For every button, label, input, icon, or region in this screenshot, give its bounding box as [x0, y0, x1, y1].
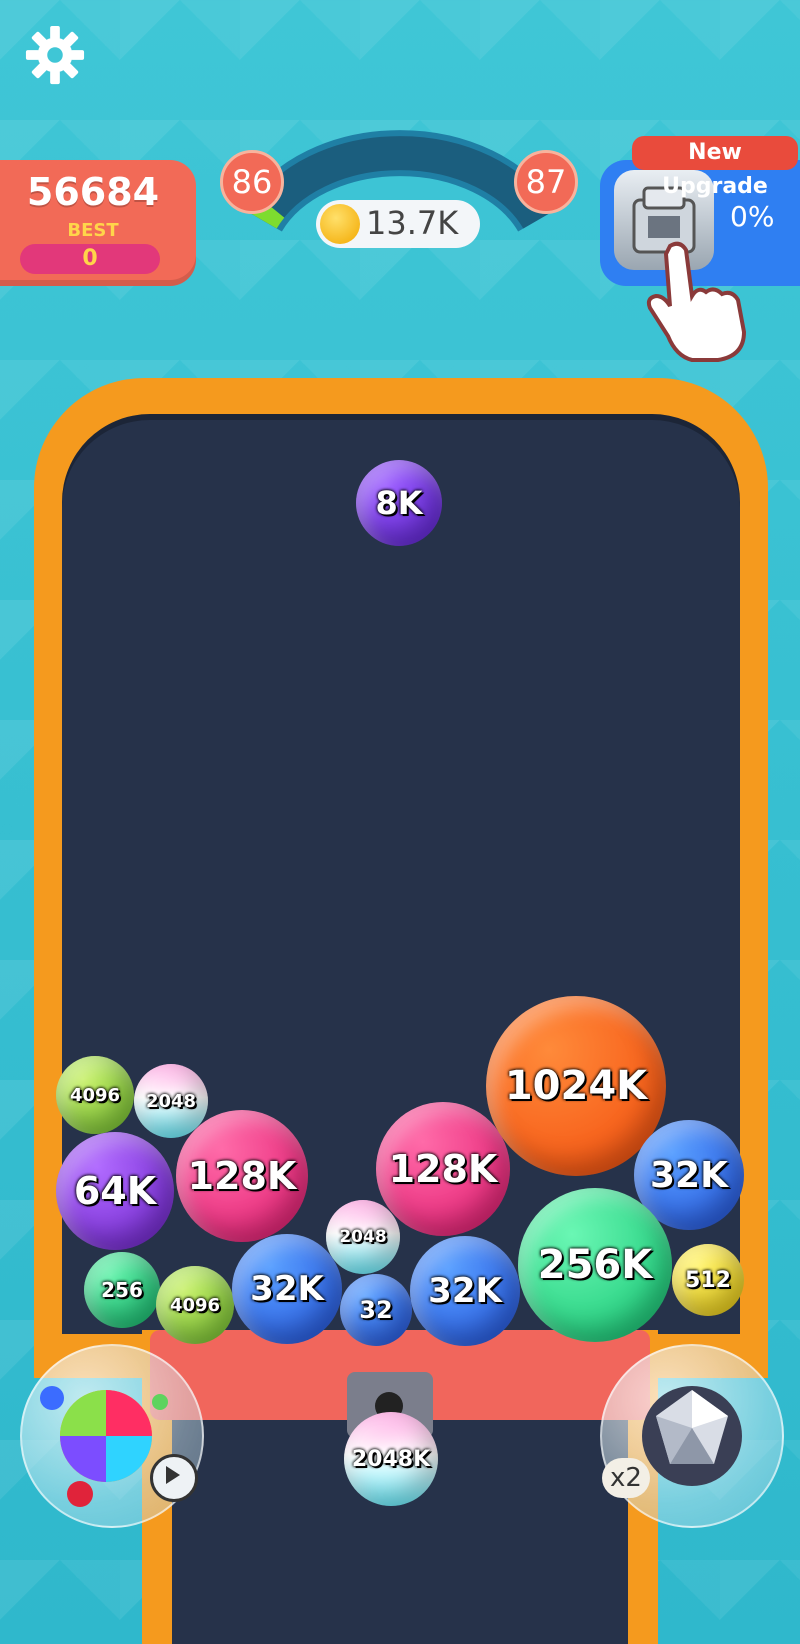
level-next-badge: 87 [514, 150, 578, 214]
ball: 32K [410, 1236, 520, 1346]
falling-ball: 8K [356, 460, 442, 546]
ball: 256 [84, 1252, 160, 1328]
score-panel: 56684 BEST 0 [0, 160, 196, 286]
ball: 32 [340, 1274, 412, 1346]
ball: 64K [56, 1132, 174, 1250]
ball: 4096 [56, 1056, 134, 1134]
level-current-badge: 86 [220, 150, 284, 214]
coin-amount: 13.7K [366, 204, 459, 242]
ball: 4096 [156, 1266, 234, 1344]
settings-gear-icon[interactable] [24, 24, 86, 86]
score-value: 56684 [26, 170, 160, 214]
ball: 128K [376, 1102, 510, 1236]
best-value: 0 [20, 244, 160, 274]
next-ball: 2048K [344, 1412, 438, 1506]
ball: 32K [232, 1234, 342, 1344]
new-upgrade-tag: New Upgrade [632, 136, 798, 199]
coin-icon [320, 204, 360, 244]
ball: 2048 [326, 1200, 400, 1274]
play-icon [166, 1466, 180, 1484]
coin-counter: 13.7K [316, 200, 480, 248]
ball: 256K [518, 1188, 672, 1342]
ball: 128K [176, 1110, 308, 1242]
ball: 512 [672, 1244, 744, 1316]
tap-hand-icon [646, 241, 747, 362]
best-label: BEST [67, 220, 119, 241]
ball: 1024K [486, 996, 666, 1176]
bomb-powerup[interactable] [600, 1344, 784, 1528]
upgrade-percent: 0% [730, 200, 775, 233]
diamond-bomb-icon [642, 1386, 742, 1486]
watch-ad-play-button[interactable] [150, 1454, 198, 1502]
bomb-multiplier: x2 [602, 1458, 650, 1498]
